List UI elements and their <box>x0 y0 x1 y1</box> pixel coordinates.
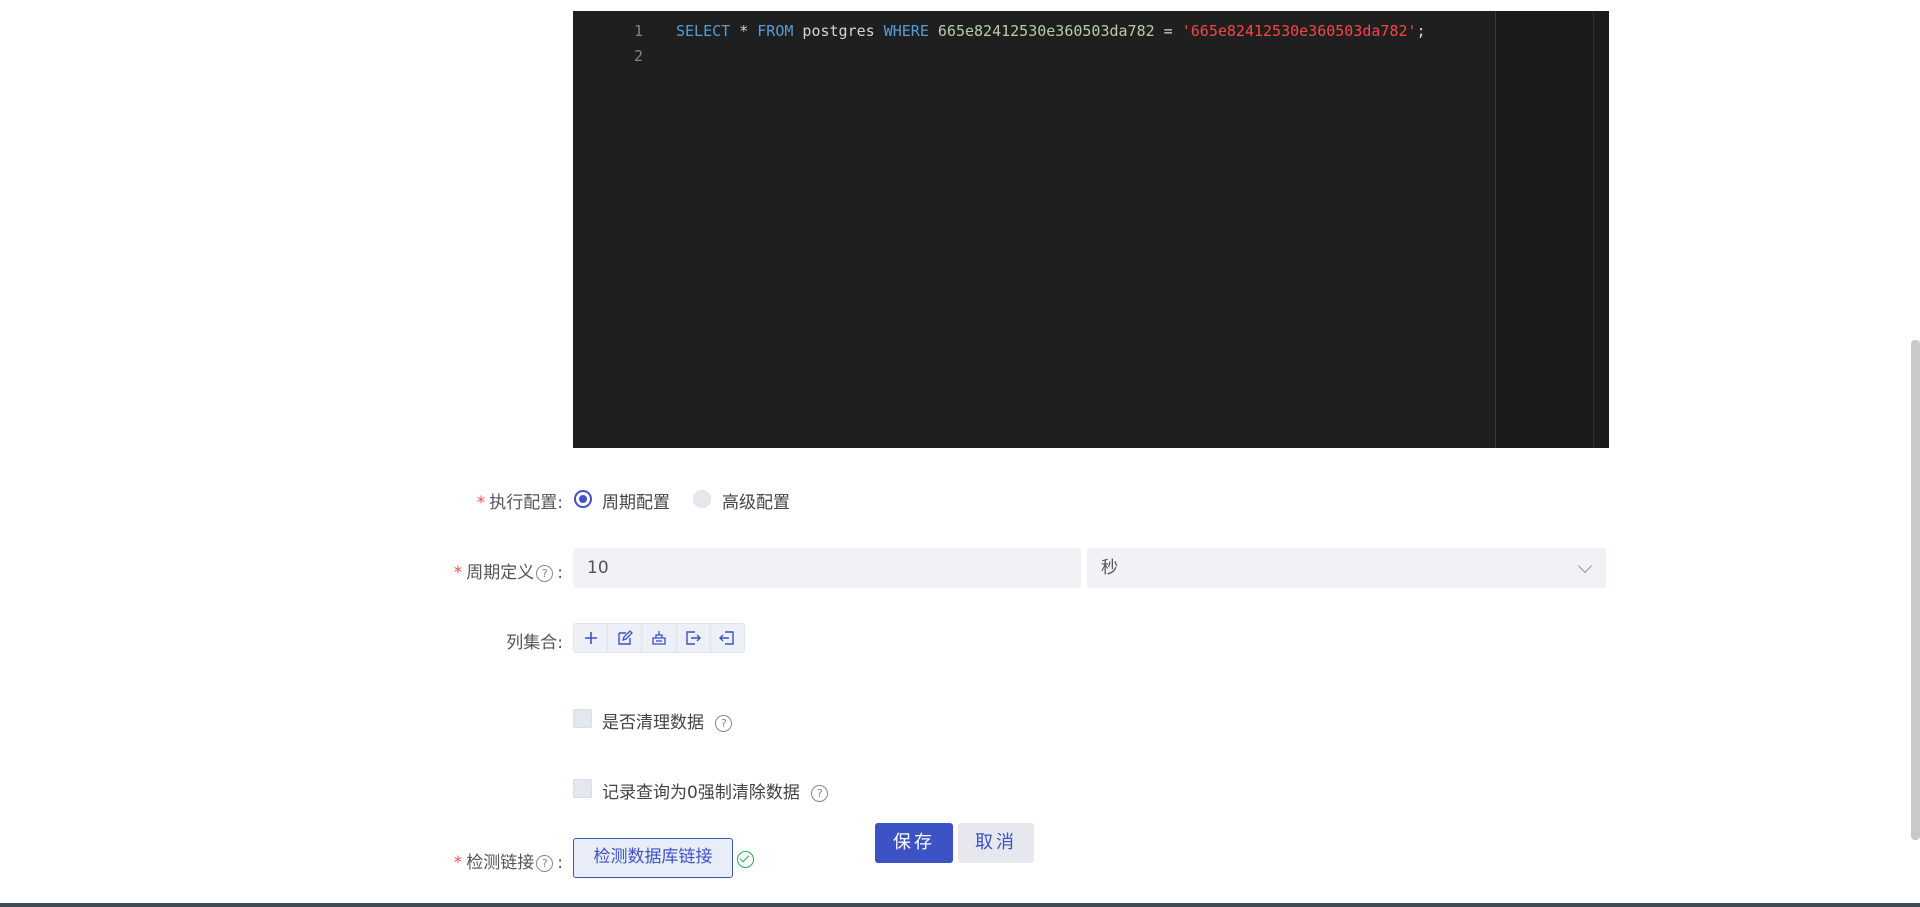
colon: : <box>557 853 563 873</box>
add-icon[interactable] <box>574 624 609 652</box>
colon: : <box>557 563 563 583</box>
required-mark: * <box>476 493 486 513</box>
sql-code-line[interactable]: SELECT * FROM postgres WHERE 665e8241253… <box>676 22 1426 40</box>
edit-icon[interactable] <box>608 624 643 652</box>
exec-config-label-text: 执行配置: <box>489 493 563 513</box>
minimap-divider <box>1495 11 1496 448</box>
radio-period-config[interactable] <box>574 490 592 508</box>
page-scrollbar[interactable] <box>1911 340 1920 840</box>
group-icon[interactable] <box>642 624 677 652</box>
help-icon[interactable]: ? <box>536 564 554 582</box>
line-number: 1 <box>633 22 643 40</box>
import-icon[interactable] <box>711 624 744 652</box>
sql-semicolon: ; <box>1416 22 1426 40</box>
editor-scrollbar[interactable] <box>1593 11 1594 448</box>
check-link-label: * 检测链接?: <box>454 848 563 873</box>
radio-advanced-config[interactable] <box>693 490 711 508</box>
radio-advanced-config-label[interactable]: 高级配置 <box>722 488 790 513</box>
force-clear-label: 记录查询为0强制清除数据 ? <box>602 778 829 803</box>
sql-string: '665e82412530e360503da782' <box>1181 22 1417 40</box>
sql-operator: * <box>730 22 758 40</box>
clear-data-label: 是否清理数据 ? <box>602 708 733 733</box>
period-value-input[interactable]: 10 <box>573 548 1081 588</box>
cancel-button[interactable]: 取消 <box>958 823 1034 863</box>
force-clear-checkbox[interactable] <box>573 779 592 798</box>
sql-table: postgres <box>793 22 884 40</box>
columns-label: 列集合: <box>506 633 563 653</box>
sql-editor[interactable]: 1 2 SELECT * FROM postgres WHERE 665e824… <box>573 11 1609 448</box>
export-icon[interactable] <box>677 624 711 652</box>
required-mark: * <box>453 563 463 583</box>
clear-data-label-text: 是否清理数据 <box>602 713 704 733</box>
help-icon[interactable]: ? <box>536 854 554 872</box>
period-unit-value: 秒 <box>1101 558 1118 578</box>
check-success-icon <box>737 851 754 868</box>
radio-period-config-label[interactable]: 周期配置 <box>602 488 670 513</box>
sql-keyword: FROM <box>757 22 794 40</box>
sql-column: 665e82412530e360503da782 <box>928 22 1155 40</box>
help-icon[interactable]: ? <box>811 784 829 802</box>
force-clear-label-text: 记录查询为0强制清除数据 <box>602 783 800 803</box>
sql-operator: = <box>1154 22 1182 40</box>
help-icon[interactable]: ? <box>715 714 733 732</box>
check-link-label-text: 检测链接 <box>466 853 535 873</box>
bottom-bar <box>0 903 1920 907</box>
line-number: 2 <box>633 47 643 65</box>
period-label-text: 周期定义 <box>466 563 535 583</box>
sql-keyword: WHERE <box>883 22 929 40</box>
period-unit-select[interactable]: 秒 <box>1087 548 1606 588</box>
check-db-link-button[interactable]: 检测数据库链接 <box>573 838 733 878</box>
period-label: * 周期定义?: <box>454 558 563 583</box>
save-button[interactable]: 保存 <box>875 823 953 863</box>
sql-keyword: SELECT <box>676 22 731 40</box>
clear-data-checkbox[interactable] <box>573 709 592 728</box>
columns-toolbar <box>573 623 745 653</box>
required-mark: * <box>453 853 463 873</box>
exec-config-label: * 执行配置: <box>477 488 563 513</box>
